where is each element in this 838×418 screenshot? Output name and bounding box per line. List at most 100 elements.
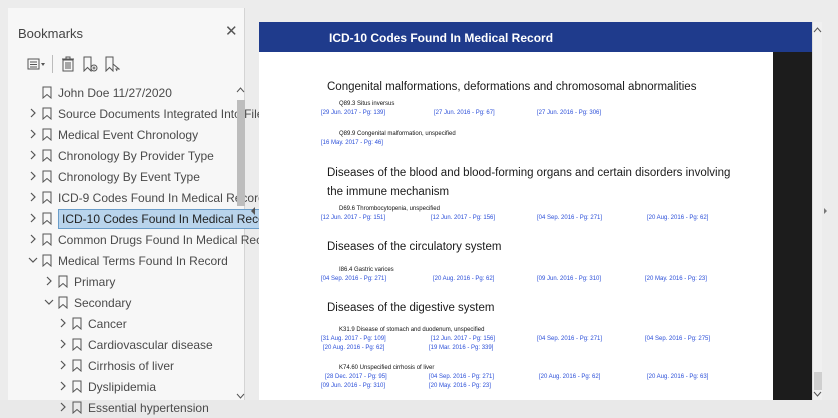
page-reference-link[interactable]: [09 Jun. 2016 - Pg: 310] xyxy=(537,276,601,282)
chevron-right-icon[interactable] xyxy=(58,318,68,328)
bookmark-item[interactable]: Medical Terms Found In Record xyxy=(8,250,234,271)
expand-panel-icon[interactable] xyxy=(824,208,827,214)
bookmark-tree: John Doe 11/27/2020 Source Documents Inte… xyxy=(8,82,280,418)
bookmark-label: John Doe 11/27/2020 xyxy=(58,86,172,100)
bookmark-item[interactable]: Secondary xyxy=(8,292,234,313)
bookmark-icon xyxy=(42,191,52,204)
page-reference-link[interactable]: [04 Sep. 2016 - Pg: 271] xyxy=(429,374,494,380)
page-reference-link[interactable]: [27 Jun. 2016 - Pg: 67] xyxy=(434,110,495,116)
chevron-right-icon[interactable] xyxy=(28,234,38,244)
page-reference-link[interactable]: [04 Sep. 2016 - Pg: 275] xyxy=(645,336,710,342)
bookmark-label: Primary xyxy=(74,275,116,289)
bookmark-item[interactable]: Chronology By Event Type xyxy=(8,166,234,187)
chevron-right-icon[interactable] xyxy=(28,213,38,223)
bookmark-icon xyxy=(42,254,52,267)
scrollbar-thumb[interactable] xyxy=(814,372,822,390)
bookmark-label: Common Drugs Found In Medical Record xyxy=(58,233,280,247)
page-reference-link[interactable]: [20 May. 2016 - Pg: 23] xyxy=(645,276,707,282)
page-reference-link[interactable]: [20 Aug. 2016 - Pg: 62] xyxy=(539,374,600,380)
bookmark-icon xyxy=(42,149,52,162)
bookmark-label: Source Documents Integrated Into File xyxy=(58,107,264,121)
icd-code: Q89.3 Situs inversus xyxy=(339,101,395,107)
bookmark-item[interactable]: Medical Event Chronology xyxy=(8,124,234,145)
bookmark-item[interactable]: Dyslipidemia xyxy=(8,376,234,397)
bookmark-item[interactable]: Cancer xyxy=(8,313,234,334)
document-header: ICD-10 Codes Found In Medical Record xyxy=(259,22,812,52)
chevron-right-icon[interactable] xyxy=(28,129,38,139)
bookmark-properties-icon[interactable] xyxy=(101,54,123,74)
chevron-down-icon[interactable] xyxy=(44,297,54,307)
page-reference-link[interactable]: [04 Sep. 2016 - Pg: 271] xyxy=(537,215,602,221)
page-reference-link[interactable]: [16 May. 2017 - Pg: 46] xyxy=(321,140,383,146)
chevron-right-icon[interactable] xyxy=(28,108,38,118)
page-reference-link[interactable]: [27 Jun. 2016 - Pg: 306] xyxy=(537,110,601,116)
section-heading: Diseases of the circulatory system xyxy=(327,241,502,253)
options-menu-icon[interactable] xyxy=(26,54,48,74)
page-reference-link[interactable]: [20 May. 2016 - Pg: 23] xyxy=(429,383,491,389)
bookmark-label: Cirrhosis of liver xyxy=(88,359,175,373)
bookmark-item[interactable]: Source Documents Integrated Into File xyxy=(8,103,263,124)
page-reference-link[interactable]: [31 Aug. 2017 - Pg: 109] xyxy=(321,336,386,342)
chevron-right-icon[interactable] xyxy=(58,402,68,412)
bookmark-label: Chronology By Provider Type xyxy=(58,149,214,163)
page-reference-link[interactable]: [12 Jun. 2017 - Pg: 151] xyxy=(321,215,385,221)
bookmarks-toolbar xyxy=(26,54,123,74)
document-title: ICD-10 Codes Found In Medical Record xyxy=(329,31,554,45)
chevron-right-icon[interactable] xyxy=(58,360,68,370)
page-edge xyxy=(773,52,812,400)
bookmark-item[interactable]: Cirrhosis of liver xyxy=(8,355,234,376)
page-reference-link[interactable]: [28 Dec. 2017 - Pg: 95] xyxy=(325,374,387,380)
page-reference-link[interactable]: [04 Sep. 2016 - Pg: 271] xyxy=(537,336,602,342)
page-reference-link[interactable]: [12 Jun. 2017 - Pg: 156] xyxy=(431,215,495,221)
bookmark-label: ICD-10 Codes Found In Medical Record xyxy=(58,209,280,229)
chevron-right-icon[interactable] xyxy=(58,381,68,391)
bookmark-item[interactable]: ICD-9 Codes Found In Medical Record xyxy=(8,187,265,208)
bookmark-item[interactable]: Primary xyxy=(8,271,234,292)
icd-code: K74.60 Unspecified cirrhosis of liver xyxy=(339,365,435,371)
icd-code: I86.4 Gastric varices xyxy=(339,267,394,273)
chevron-right-icon[interactable] xyxy=(28,150,38,160)
page-reference-link[interactable]: [20 Aug. 2016 - Pg: 63] xyxy=(647,374,708,380)
collapse-panel-icon[interactable] xyxy=(251,207,255,215)
bookmark-icon xyxy=(72,338,82,351)
app-frame: Bookmarks ✕ John Doe 11/27/2020 Source Do… xyxy=(0,0,838,415)
delete-icon[interactable] xyxy=(57,54,79,74)
page-reference-link[interactable]: [12 Jun. 2017 - Pg: 156] xyxy=(431,336,495,342)
bookmark-icon xyxy=(42,107,52,120)
bookmarks-scrollbar[interactable] xyxy=(236,86,245,400)
page-reference-link[interactable]: [20 Aug. 2016 - Pg: 62] xyxy=(647,215,708,221)
chevron-down-icon[interactable] xyxy=(28,255,38,265)
page-reference-link[interactable]: [20 Aug. 2016 - Pg: 62] xyxy=(323,345,384,351)
page-reference-link[interactable]: [20 Aug. 2016 - Pg: 62] xyxy=(433,276,494,282)
close-icon[interactable]: ✕ xyxy=(225,22,238,40)
new-bookmark-icon[interactable] xyxy=(79,54,101,74)
bookmark-label: Secondary xyxy=(74,296,132,310)
chevron-right-icon[interactable] xyxy=(28,171,38,181)
chevron-right-icon[interactable] xyxy=(44,276,54,286)
bookmark-icon xyxy=(42,128,52,141)
bookmark-icon xyxy=(42,170,52,183)
section-heading: Congenital malformations, deformations a… xyxy=(327,81,697,93)
document-scrollbar[interactable] xyxy=(812,22,822,400)
bookmark-label: Dyslipidemia xyxy=(88,380,157,394)
chevron-right-icon[interactable] xyxy=(58,339,68,349)
bookmark-item[interactable]: Cardiovascular disease xyxy=(8,334,234,355)
icd-code: D69.6 Thrombocytopenia, unspecified xyxy=(339,206,440,212)
section-heading: Diseases of the blood and blood-forming … xyxy=(327,167,731,198)
bookmark-label: Chronology By Event Type xyxy=(58,170,200,184)
bookmarks-panel: Bookmarks ✕ John Doe 11/27/2020 Source Do… xyxy=(8,8,280,415)
bookmark-item[interactable]: John Doe 11/27/2020 xyxy=(8,82,234,103)
bookmark-label: Essential hypertension xyxy=(88,401,209,415)
bookmark-item[interactable]: Chronology By Provider Type xyxy=(8,145,234,166)
page-reference-link[interactable]: [04 Sep. 2016 - Pg: 271] xyxy=(321,276,386,282)
bookmark-label: Cancer xyxy=(88,317,127,331)
page-reference-link[interactable]: [09 Jun. 2016 - Pg: 310] xyxy=(321,383,385,389)
bookmark-item[interactable]: ICD-10 Codes Found In Medical Record xyxy=(8,208,280,229)
chevron-right-icon[interactable] xyxy=(28,192,38,202)
scrollbar-thumb[interactable] xyxy=(237,100,245,206)
bookmark-item[interactable]: Essential hypertension xyxy=(8,397,234,418)
page-reference-link[interactable]: [19 Mar. 2016 - Pg: 339] xyxy=(429,345,493,351)
bookmark-item[interactable]: Common Drugs Found In Medical Record xyxy=(8,229,279,250)
bookmark-icon xyxy=(42,212,52,225)
page-reference-link[interactable]: [29 Jun. 2017 - Pg: 139] xyxy=(321,110,385,116)
